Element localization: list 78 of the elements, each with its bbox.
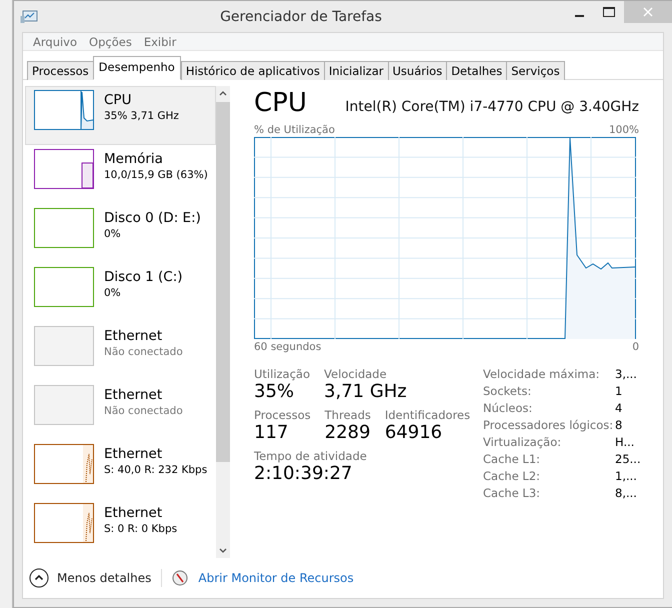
- sidebar-item[interactable]: Ethernet Não conectado: [25, 381, 216, 440]
- tab[interactable]: Detalhes: [446, 61, 508, 80]
- property-label: Cache L1:: [483, 452, 542, 466]
- axis-label: 60 segundos: [254, 341, 322, 353]
- item-name: CPU: [104, 92, 132, 108]
- stat-value: 2:10:39:27: [254, 463, 354, 484]
- property-value: 1: [615, 384, 624, 398]
- tab[interactable]: Usuários: [388, 61, 448, 80]
- item-detail: 0%: [104, 228, 122, 240]
- item-name: Ethernet: [104, 387, 164, 403]
- tab[interactable]: Inicializar: [324, 61, 388, 80]
- item-name: Ethernet: [104, 505, 164, 521]
- property-value: 4: [615, 401, 624, 415]
- property-label: Sockets:: [483, 384, 532, 398]
- minimize-icon: [574, 14, 584, 16]
- property-label: Processadores lógicos:: [483, 418, 614, 432]
- item-detail: 0%: [104, 287, 122, 299]
- menu-item[interactable]: Opções: [83, 34, 138, 48]
- tab[interactable]: Processos: [27, 61, 94, 80]
- property-value: H...: [615, 435, 636, 449]
- collapse-icon: [29, 568, 49, 588]
- item-detail: Não conectado: [104, 346, 183, 358]
- item-name: Memória: [104, 151, 164, 167]
- axis-label: 0: [632, 341, 639, 353]
- property-label: Cache L2:: [483, 469, 542, 483]
- tab[interactable]: Desempenho: [92, 56, 181, 80]
- tab[interactable]: Serviços: [506, 61, 565, 80]
- item-name: Disco 0 (D: E:): [104, 210, 201, 226]
- property-label: Virtualização:: [483, 435, 562, 449]
- item-detail: 10,0/15,9 GB (63%): [104, 169, 208, 181]
- stat-label: Utilização: [254, 367, 310, 381]
- less-details-button[interactable]: Menos detalhes: [29, 568, 152, 588]
- gauge-icon: [172, 570, 188, 586]
- axis-label: 100%: [608, 124, 639, 136]
- sidebar-item[interactable]: Disco 0 (D: E:) 0%: [25, 204, 216, 263]
- maximize-icon: [603, 6, 615, 16]
- item-name: Ethernet: [104, 328, 164, 344]
- stat-label: Tempo de atividade: [254, 449, 367, 463]
- item-name: Disco 1 (C:): [104, 269, 183, 285]
- detail-title: CPU: [254, 88, 307, 118]
- stat-value: 117: [254, 422, 290, 443]
- property-value: 3,...: [615, 367, 638, 381]
- menu-item[interactable]: Arquivo: [27, 34, 84, 48]
- stat-label: Velocidade: [324, 367, 388, 381]
- sidebar-item[interactable]: Ethernet Não conectado: [25, 322, 216, 381]
- item-detail: S: 0 R: 0 Kbps: [104, 523, 178, 535]
- close-icon: [643, 6, 653, 16]
- stat-label: Threads: [324, 408, 371, 422]
- property-label: Núcleos:: [483, 401, 534, 415]
- sidebar-item[interactable]: CPU 35% 3,71 GHz: [25, 86, 216, 145]
- property-value: 8: [615, 418, 624, 432]
- property-value: 8,...: [615, 486, 638, 500]
- window-title: Gerenciador de Tarefas: [219, 8, 383, 24]
- property-label: Velocidade máxima:: [483, 367, 601, 381]
- cpu-model: Intel(R) Core(TM) i7-4770 CPU @ 3.40GHz: [345, 99, 639, 115]
- sidebar-item[interactable]: Disco 1 (C:) 0%: [25, 263, 216, 322]
- tab[interactable]: Histórico de aplicativos: [180, 61, 325, 80]
- stat-value: 64916: [384, 422, 444, 443]
- property-label: Cache L3:: [483, 486, 542, 500]
- property-value: 25...: [615, 452, 639, 466]
- item-detail: S: 40,0 R: 232 Kbps: [104, 464, 208, 476]
- item-name: Ethernet: [104, 446, 164, 462]
- stat-value: 2289: [324, 422, 371, 443]
- task-manager-icon: [20, 10, 38, 24]
- scrollbar-thumb[interactable]: [216, 102, 230, 462]
- stat-label: Identificadores: [384, 408, 470, 422]
- sidebar-item[interactable]: Memória 10,0/15,9 GB (63%): [25, 145, 216, 204]
- stat-value: 35%: [254, 381, 296, 402]
- item-detail: 35% 3,71 GHz: [104, 110, 179, 122]
- property-value: 1,...: [615, 469, 638, 483]
- sidebar-item[interactable]: Ethernet S: 40,0 R: 232 Kbps: [25, 440, 216, 499]
- sidebar-item[interactable]: Ethernet S: 0 R: 0 Kbps: [25, 499, 216, 558]
- stat-value: 3,71 GHz: [324, 381, 407, 402]
- menu-item[interactable]: Exibir: [138, 34, 182, 48]
- axis-label: % de Utilização: [254, 124, 335, 136]
- stat-label: Processos: [254, 408, 311, 422]
- resource-monitor-link[interactable]: Abrir Monitor de Recursos: [198, 571, 354, 585]
- item-detail: Não conectado: [104, 405, 183, 417]
